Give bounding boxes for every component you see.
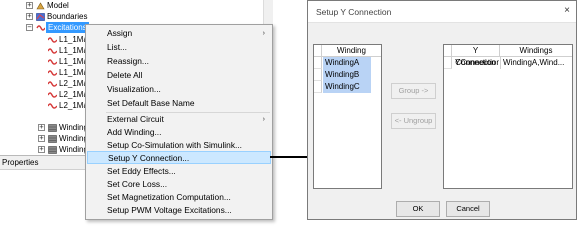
- excitation-icon: [48, 103, 57, 109]
- winding-list-item[interactable]: WindingA: [323, 57, 371, 69]
- menu-item-setup-y-connection[interactable]: Setup Y Connection...: [87, 151, 271, 164]
- menu-item-label: Setup Y Connection...: [108, 153, 190, 163]
- tree-item-label: Excitations: [46, 22, 89, 33]
- menu-item-label: Delete All: [107, 70, 143, 80]
- context-menu: Assign › List... Reassign... Delete All …: [85, 24, 273, 220]
- menu-item-set-core-loss[interactable]: Set Core Loss...: [87, 178, 271, 191]
- winding-icon: [48, 146, 57, 154]
- tree-item-label: Boundaries: [47, 12, 88, 21]
- menu-item-add-winding[interactable]: Add Winding...: [87, 126, 271, 139]
- expand-icon[interactable]: +: [38, 124, 45, 131]
- ok-button[interactable]: OK: [396, 201, 440, 217]
- winding-list-item[interactable]: WindingB: [323, 69, 371, 81]
- ungroup-button[interactable]: <- Ungroup: [391, 113, 436, 129]
- expand-icon[interactable]: +: [38, 135, 45, 142]
- submenu-arrow-icon: ›: [262, 116, 265, 123]
- collapse-icon[interactable]: −: [26, 24, 33, 31]
- menu-item-label: Reassign...: [107, 56, 149, 66]
- menu-item-label: Assign: [107, 28, 133, 38]
- row-header[interactable]: [314, 81, 322, 93]
- menu-item-set-default-base-name[interactable]: Set Default Base Name: [87, 97, 271, 110]
- tree-item-label: Winding: [59, 145, 88, 154]
- excitation-icon: [48, 48, 57, 54]
- boundaries-icon: [36, 13, 45, 21]
- excitation-icon: [48, 70, 57, 76]
- menu-item-label: Set Magnetization Computation...: [107, 192, 231, 202]
- menu-item-set-magnetization-computation[interactable]: Set Magnetization Computation...: [87, 191, 271, 204]
- list-corner: [314, 45, 322, 57]
- menu-item-delete-all[interactable]: Delete All: [87, 69, 271, 82]
- menu-item-visualization[interactable]: Visualization...: [87, 83, 271, 96]
- menu-item-label: Setup Co-Simulation with Simulink...: [107, 140, 242, 150]
- windings-column-header[interactable]: Windings: [499, 45, 572, 57]
- excitations-icon: [36, 25, 45, 31]
- row-header[interactable]: [314, 57, 322, 69]
- menu-item-external-circuit[interactable]: External Circuit ›: [87, 113, 271, 126]
- excitation-icon: [48, 37, 57, 43]
- menu-item-label: List...: [107, 42, 128, 52]
- tree-item-model[interactable]: + Model: [0, 0, 200, 11]
- excitation-icon: [48, 92, 57, 98]
- menu-item-list[interactable]: List...: [87, 41, 271, 54]
- tree-item-label: Model: [47, 1, 69, 10]
- menu-item-set-eddy-effects[interactable]: Set Eddy Effects...: [87, 165, 271, 178]
- winding-column-header[interactable]: Winding: [322, 45, 381, 57]
- menu-item-setup-pwm-voltage[interactable]: Setup PWM Voltage Excitations...: [87, 204, 271, 217]
- menu-item-label: Set Core Loss...: [107, 179, 168, 189]
- row-header[interactable]: [444, 57, 452, 69]
- row-header[interactable]: [314, 69, 322, 81]
- winding-list-item[interactable]: WindingC: [323, 81, 371, 93]
- model-icon: [36, 2, 45, 10]
- excitation-icon: [48, 59, 57, 65]
- menu-item-label: External Circuit: [107, 114, 164, 124]
- y-connection-windings-cell[interactable]: WindingA,Wind...: [500, 57, 572, 69]
- cancel-button[interactable]: Cancel: [446, 201, 490, 217]
- menu-item-label: Visualization...: [107, 84, 161, 94]
- y-connection-name-cell[interactable]: YConnection1: [453, 57, 499, 69]
- excitation-icon: [48, 81, 57, 87]
- winding-list[interactable]: Winding WindingA WindingB WindingC: [313, 44, 382, 189]
- list-corner: [444, 45, 452, 57]
- menu-item-reassign[interactable]: Reassign...: [87, 55, 271, 68]
- winding-icon: [48, 135, 57, 143]
- close-icon[interactable]: ×: [564, 5, 570, 16]
- menu-item-label: Add Winding...: [107, 127, 162, 137]
- setup-y-connection-dialog: Setup Y Connection × Winding WindingA Wi…: [307, 0, 577, 220]
- y-connection-column-header[interactable]: Y Connection: [452, 45, 499, 67]
- dialog-title: Setup Y Connection: [316, 7, 392, 17]
- tree-item-label: Winding: [59, 134, 88, 143]
- group-button[interactable]: Group ->: [391, 83, 436, 99]
- menu-item-label: Setup PWM Voltage Excitations...: [107, 205, 232, 215]
- menu-item-assign[interactable]: Assign ›: [87, 27, 271, 40]
- dialog-titlebar[interactable]: Setup Y Connection ×: [308, 1, 576, 23]
- y-connection-list[interactable]: Y Connection Windings YConnection1 Windi…: [443, 44, 573, 189]
- menu-item-label: Set Eddy Effects...: [107, 166, 176, 176]
- tree-item-label: Winding: [59, 123, 88, 132]
- winding-icon: [48, 124, 57, 132]
- expand-icon[interactable]: +: [26, 13, 33, 20]
- expand-icon[interactable]: +: [26, 2, 33, 9]
- expand-icon[interactable]: +: [38, 146, 45, 153]
- tree-item-boundaries[interactable]: + Boundaries: [0, 11, 200, 22]
- submenu-arrow-icon: ›: [262, 30, 265, 37]
- menu-item-label: Set Default Base Name: [107, 98, 195, 108]
